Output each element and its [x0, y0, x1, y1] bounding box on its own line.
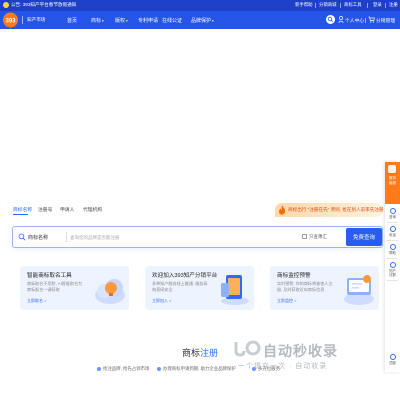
- magnifier-icon: [18, 233, 26, 241]
- nav-copyright[interactable]: 版权▾: [115, 17, 128, 24]
- main-header: 393 知产市场 首页 商标▾ 版权▾ 专利申请 在线公证 品牌保护▾ 个人中心…: [0, 11, 400, 29]
- flame-icon: [279, 205, 286, 215]
- help-icon: [389, 244, 396, 250]
- nav-patent[interactable]: 专利申请: [138, 17, 158, 24]
- card-description: 多种知产服务线上融通, 服务高效直接安全: [152, 281, 208, 293]
- user-icon[interactable]: [338, 16, 344, 23]
- promo-banner[interactable]: 商标出行 "注册在先" 原则, 抢在别人前率先注册: [275, 203, 384, 217]
- card-distribution-platform[interactable]: 欢迎加入393知产分销平台 多种知产服务线上融通, 服务高效直接安全 立即加入 …: [145, 266, 254, 310]
- notice-text[interactable]: 公告: 393知产平台春节放假通知: [11, 2, 76, 8]
- search-type-label[interactable]: 商标名称: [28, 234, 48, 241]
- tab-agency[interactable]: 代理机构: [83, 206, 102, 213]
- divider: [367, 3, 368, 8]
- rail-help[interactable]: 帮助: [385, 244, 400, 255]
- toplink-help[interactable]: 新手帮助: [295, 2, 313, 8]
- chat-icon: [389, 208, 396, 214]
- divider: [22, 16, 23, 24]
- card-title: 智能商标取名工具: [27, 273, 72, 279]
- bullet-icon: [97, 367, 101, 371]
- phone-icon: [389, 226, 396, 232]
- divider: [387, 222, 398, 223]
- device-illustration: [221, 275, 249, 305]
- card-action-link[interactable]: 立即取名 >: [27, 298, 46, 304]
- nav-brand-protection[interactable]: 品牌保护▾: [191, 17, 214, 24]
- chevron-down-icon: ▾: [212, 19, 214, 23]
- site-logo[interactable]: 393: [2, 11, 19, 29]
- divider: [387, 258, 398, 259]
- active-tab-indicator: [13, 214, 28, 215]
- watermark-title: 自动秒收录: [263, 343, 338, 359]
- watermark-logo: [234, 340, 261, 357]
- rail-service-label: 服务 客服: [388, 176, 397, 185]
- divider: [340, 3, 341, 8]
- divider: [315, 3, 316, 8]
- exact-match-label: 只查簿汇: [309, 234, 327, 239]
- arrow-up-icon: [389, 354, 396, 360]
- card-action-link[interactable]: 立即监控 >: [277, 298, 296, 304]
- divider: [387, 240, 398, 241]
- exact-match-checkbox[interactable]: [302, 234, 307, 239]
- nav-notary[interactable]: 在线公证: [162, 17, 182, 24]
- trademark-search-box: 商标名称 只查簿汇 免费查询: [12, 226, 383, 248]
- feature-item: 办理商标申请到期, 助力企业品牌保护: [163, 366, 236, 371]
- chevron-down-icon: ▾: [102, 19, 104, 23]
- card-action-link[interactable]: 立即加入 >: [152, 298, 171, 304]
- search-icon[interactable]: [326, 15, 335, 24]
- cloud-lightbulb-illustration: [95, 279, 125, 304]
- watermark-subtitle: 一个提交一次 · 自动收录: [238, 363, 328, 370]
- community-icon: [389, 262, 396, 268]
- card-title: 欢迎加入393知产分销平台: [152, 273, 218, 279]
- tab-registration-number[interactable]: 注册号: [38, 206, 52, 213]
- nav-home[interactable]: 首页: [67, 17, 77, 24]
- divider: [66, 232, 67, 242]
- rail-consult[interactable]: 咨询: [385, 208, 400, 219]
- svg-text:393: 393: [5, 18, 16, 24]
- divider: [385, 3, 386, 8]
- rail-community[interactable]: 知产 社群: [385, 262, 400, 277]
- toplink-distribution-mall[interactable]: 分销商城: [319, 2, 337, 8]
- tab-applicant[interactable]: 申请人: [60, 206, 74, 213]
- rail-service-icon: [388, 165, 396, 173]
- bullet-icon: [157, 367, 161, 371]
- chevron-down-icon: ▾: [126, 19, 128, 23]
- divider: [387, 280, 398, 281]
- cart-icon[interactable]: [368, 16, 375, 23]
- rail-back-to-top[interactable]: 顶部: [385, 354, 400, 365]
- nav-trademark[interactable]: 商标▾: [91, 17, 104, 24]
- notice-icon: [3, 2, 9, 8]
- section-title: 商标注册: [182, 348, 219, 358]
- card-description: 实时预警, 你的商标将被他人注册, 及时获取近似商标信息: [277, 281, 333, 293]
- user-center-link[interactable]: 个人中心: [345, 17, 364, 24]
- feature-item: 抢注品牌, 抢先占领市场: [103, 366, 150, 371]
- rail-phone[interactable]: 电话: [385, 226, 400, 237]
- tab-trademark-name[interactable]: 商标名称: [13, 206, 32, 213]
- search-input[interactable]: [70, 231, 300, 243]
- card-naming-tool[interactable]: 智能商标取名工具 商标取名不用愁, AI智能取名为商标起名一键获取 立即取名 >: [20, 266, 129, 310]
- promo-text: 商标出行 "注册在先" 原则, 抢在别人前率先注册: [288, 207, 384, 212]
- card-trademark-monitor[interactable]: 商标监控预警 实时预警, 你的商标将被他人注册, 及时获取近似商标信息 立即监控…: [270, 266, 379, 310]
- divider: [365, 18, 366, 23]
- rail-service-button[interactable]: 服务 客服: [385, 162, 400, 204]
- login-link[interactable]: 登录: [373, 2, 382, 8]
- free-search-button[interactable]: 免费查询: [346, 228, 382, 246]
- monitor-illustration: [344, 275, 374, 305]
- card-description: 商标取名不用愁, AI智能取名为商标起名一键获取: [27, 281, 83, 293]
- brand-label[interactable]: 知产市场: [27, 17, 45, 23]
- distribution-manage-link[interactable]: 分销管理: [376, 17, 395, 24]
- hero-banner: [0, 29, 400, 212]
- register-link[interactable]: 注册: [389, 2, 398, 8]
- card-title: 商标监控预警: [277, 273, 311, 279]
- toplink-trademark-tools[interactable]: 商标工具: [344, 2, 362, 8]
- top-notice-bar: 公告: 393知产平台春节放假通知 新手帮助 分销商城 商标工具 登录 注册: [0, 0, 400, 11]
